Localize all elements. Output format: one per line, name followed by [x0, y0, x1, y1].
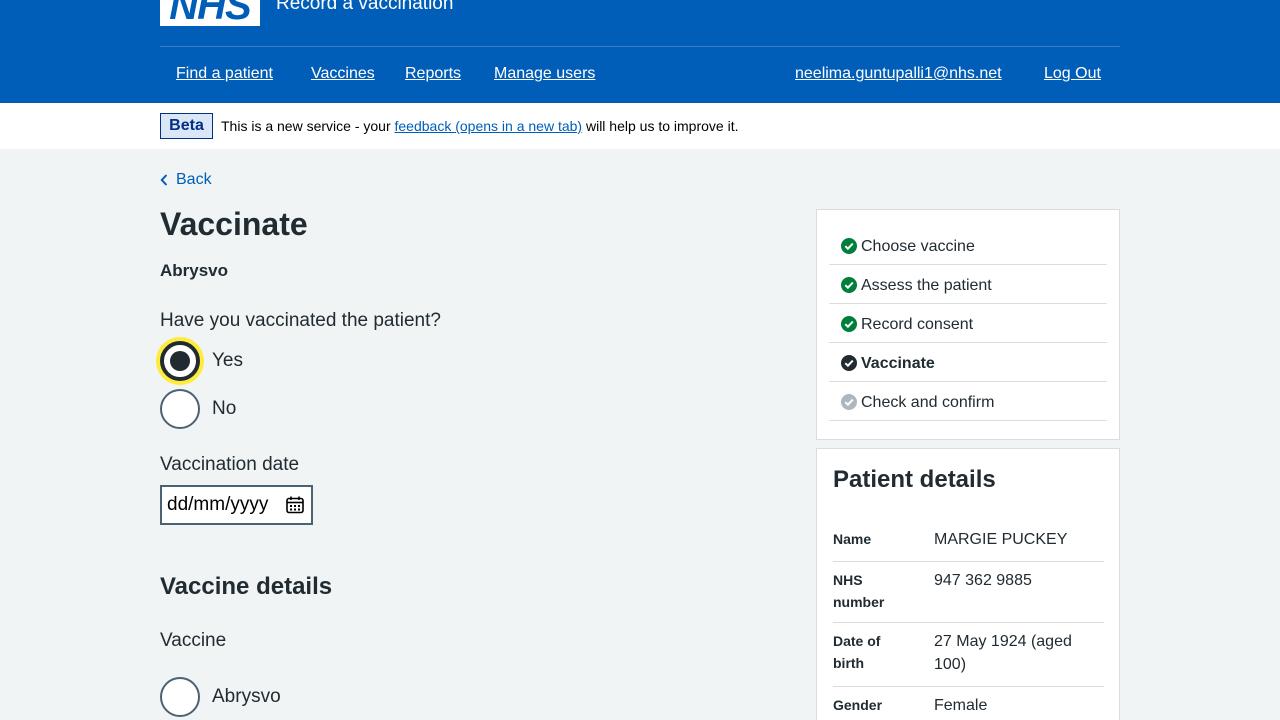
task-label: Assess the patient: [861, 277, 992, 294]
check-circle-icon: [841, 394, 857, 410]
patient-details-heading: Patient details: [833, 466, 996, 493]
task-label: Vaccinate: [861, 355, 935, 372]
beta-tag: Beta: [160, 113, 213, 139]
vaccination-date-label: Vaccination date: [160, 454, 300, 475]
site-header: NHS Record a vaccination Find a patient …: [0, 0, 1280, 103]
vaccination-date-input[interactable]: dd/mm/yyyy: [160, 485, 313, 525]
task-label: Record consent: [861, 316, 974, 333]
back-link[interactable]: Back: [160, 170, 212, 190]
check-circle-icon: [841, 277, 857, 293]
check-circle-icon: [841, 355, 857, 371]
patient-key: Date of birth: [833, 633, 881, 671]
radio-yes-label[interactable]: Yes: [212, 349, 243, 373]
logout-link[interactable]: Log Out: [1044, 64, 1101, 84]
patient-value: Female: [934, 697, 988, 714]
vaccine-details-heading: Vaccine details: [160, 573, 333, 600]
beta-banner: Beta This is a new service - your feedba…: [0, 103, 1280, 149]
service-name[interactable]: Record a vaccination: [276, 0, 453, 16]
patient-row-gender: Gender Female: [833, 694, 1104, 720]
user-email-link[interactable]: neelima.guntupalli1@nhs.net: [795, 64, 1002, 84]
header-divider: [160, 46, 1120, 47]
task-list: Choose vaccine Assess the patient Record…: [816, 209, 1120, 440]
patient-value: 947 362 9885: [934, 572, 1032, 589]
patient-key: Name: [833, 531, 872, 547]
check-circle-icon: [841, 316, 857, 332]
task-item-check-confirm[interactable]: Check and confirm: [829, 382, 1107, 421]
radio-no[interactable]: [160, 389, 200, 429]
patient-row-dob: Date of birth 27 May 1924 (aged 100): [833, 630, 1104, 687]
task-item-record-consent[interactable]: Record consent: [829, 304, 1107, 343]
nav-find-patient[interactable]: Find a patient: [176, 64, 273, 84]
page-title: Vaccinate: [160, 206, 308, 242]
task-item-choose-vaccine[interactable]: Choose vaccine: [829, 226, 1107, 265]
task-item-vaccinate[interactable]: Vaccinate: [829, 343, 1107, 382]
beta-text-before: This is a new service - your: [221, 118, 395, 134]
back-label: Back: [176, 171, 212, 188]
beta-text-after: will help us to improve it.: [582, 118, 739, 134]
radio-abrysvo-label[interactable]: Abrysvo: [212, 685, 281, 709]
patient-row-name: Name MARGIE PUCKEY: [833, 528, 1104, 562]
radio-no-label[interactable]: No: [212, 397, 236, 421]
task-item-assess-patient[interactable]: Assess the patient: [829, 265, 1107, 304]
beta-message: This is a new service - your feedback (o…: [221, 118, 738, 135]
check-circle-icon: [841, 238, 857, 254]
vaccinated-question-label: Have you vaccinated the patient?: [160, 310, 441, 331]
nav-reports[interactable]: Reports: [405, 64, 461, 84]
radio-dot: [170, 351, 190, 371]
feedback-link[interactable]: feedback (opens in a new tab): [395, 118, 583, 134]
nav-manage-users[interactable]: Manage users: [494, 64, 595, 84]
task-label: Choose vaccine: [861, 238, 975, 255]
patient-key: NHS number: [833, 572, 885, 610]
nhs-logo[interactable]: NHS: [160, 0, 260, 26]
patient-row-nhs-number: NHS number 947 362 9885: [833, 569, 1104, 623]
patient-value: MARGIE PUCKEY: [934, 531, 1068, 548]
vaccine-name: Abrysvo: [160, 261, 229, 280]
radio-abrysvo[interactable]: [160, 677, 200, 717]
vaccine-label: Vaccine: [160, 630, 227, 651]
date-value: dd/mm/yyyy: [167, 494, 269, 515]
chevron-left-icon: [160, 174, 168, 186]
radio-yes[interactable]: [160, 341, 200, 381]
patient-value: 27 May 1924 (aged 100): [934, 633, 1072, 673]
patient-details-card: Patient details Name MARGIE PUCKEY NHS n…: [816, 448, 1120, 720]
task-label: Check and confirm: [861, 394, 995, 411]
patient-key: Gender: [833, 697, 883, 713]
calendar-icon[interactable]: [286, 496, 304, 514]
nav-vaccines[interactable]: Vaccines: [311, 64, 375, 84]
